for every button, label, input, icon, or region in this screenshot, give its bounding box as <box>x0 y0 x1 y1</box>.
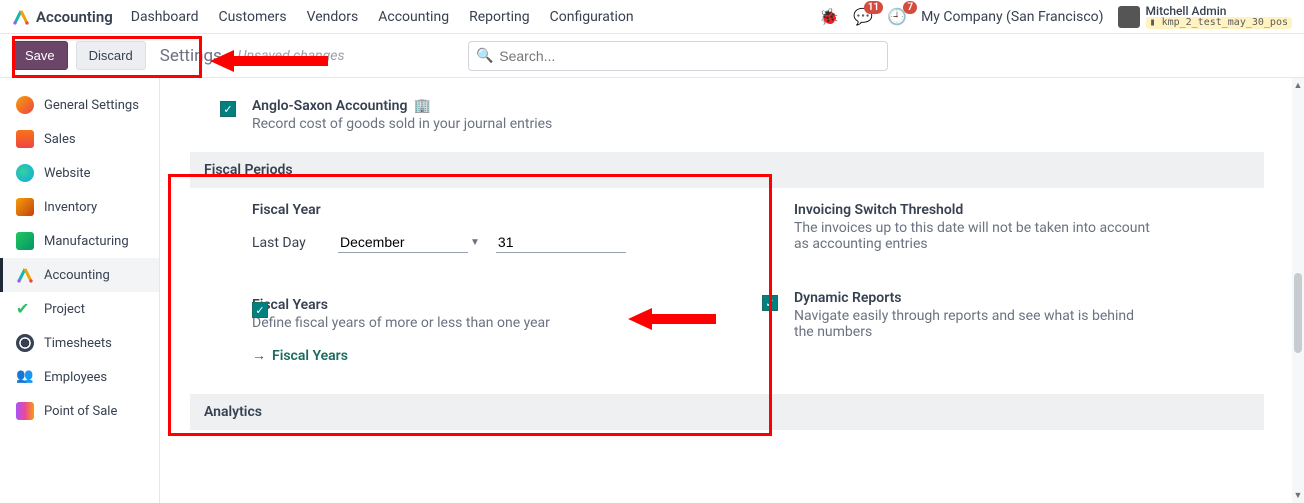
user-menu[interactable]: Mitchell Admin ▮ kmp_2_test_may_30_pos <box>1118 5 1292 29</box>
manufacturing-icon <box>16 232 34 250</box>
search-icon: 🔍 <box>476 48 493 64</box>
employees-icon <box>16 368 34 386</box>
unsaved-indicator: Unsaved changes <box>238 48 345 64</box>
last-day-label: Last Day <box>252 235 322 251</box>
database-badge: ▮ kmp_2_test_may_30_pos <box>1146 17 1292 29</box>
project-icon <box>16 300 34 318</box>
sidebar-item-general-settings[interactable]: General Settings <box>0 88 159 122</box>
timesheets-icon <box>16 334 34 352</box>
building-icon: 🏢 <box>413 98 430 114</box>
app-logo-icon <box>12 8 30 26</box>
page-title: Settings <box>160 46 222 66</box>
inventory-icon <box>16 198 34 216</box>
anglo-saxon-title: Anglo-Saxon Accounting <box>252 98 407 114</box>
search-input[interactable] <box>468 41 888 71</box>
company-switcher[interactable]: My Company (San Francisco) <box>921 9 1103 25</box>
invoicing-threshold-subtitle: The invoices up to this date will not be… <box>794 220 1154 252</box>
arrow-right-icon: → <box>252 347 266 364</box>
fiscal-years-link[interactable]: → Fiscal Years <box>252 347 722 364</box>
fiscal-day-input[interactable] <box>496 232 626 253</box>
avatar-icon <box>1118 6 1140 28</box>
setting-anglo-saxon: ✓ Anglo-Saxon Accounting 🏢 Record cost o… <box>190 88 1264 144</box>
general-settings-icon <box>16 96 34 114</box>
anglo-saxon-checkbox[interactable]: ✓ <box>220 101 236 117</box>
section-analytics: Analytics <box>190 394 1264 430</box>
sidebar-item-accounting[interactable]: Accounting <box>0 258 159 292</box>
nav-menu: Dashboard Customers Vendors Accounting R… <box>131 9 634 25</box>
section-fiscal-periods: Fiscal Periods <box>190 152 1264 188</box>
debug-icon[interactable]: 🐞 <box>819 7 839 26</box>
nav-vendors[interactable]: Vendors <box>307 9 359 25</box>
sidebar-item-project[interactable]: Project <box>0 292 159 326</box>
website-icon <box>16 164 34 182</box>
nav-reporting[interactable]: Reporting <box>469 9 530 25</box>
sidebar-item-inventory[interactable]: Inventory <box>0 190 159 224</box>
activities-icon[interactable]: 🕘7 <box>887 7 907 26</box>
scroll-up-icon[interactable]: ▲ <box>1294 78 1303 93</box>
dynamic-reports-checkbox[interactable]: ✓ <box>762 295 778 311</box>
sidebar-item-sales[interactable]: Sales <box>0 122 159 156</box>
fiscal-years-checkbox[interactable]: ✓ <box>252 302 268 318</box>
pos-icon <box>16 402 34 420</box>
sidebar-item-timesheets[interactable]: Timesheets <box>0 326 159 360</box>
user-name: Mitchell Admin <box>1146 5 1292 17</box>
sidebar-item-website[interactable]: Website <box>0 156 159 190</box>
settings-sidebar: General Settings Sales Website Inventory… <box>0 78 160 503</box>
fiscal-years-subtitle: Define fiscal years of more or less than… <box>252 315 722 331</box>
action-bar: Save Discard Settings Unsaved changes 🔍 <box>0 34 1304 78</box>
messages-icon[interactable]: 💬11 <box>853 7 873 26</box>
nav-accounting[interactable]: Accounting <box>378 9 449 25</box>
nav-dashboard[interactable]: Dashboard <box>131 9 199 25</box>
nav-customers[interactable]: Customers <box>218 9 286 25</box>
fiscal-year-title: Fiscal Year <box>252 202 722 218</box>
discard-button[interactable]: Discard <box>76 41 146 70</box>
accounting-icon <box>16 266 34 284</box>
fiscal-years-title: Fiscal Years <box>252 297 722 313</box>
sidebar-item-point-of-sale[interactable]: Point of Sale <box>0 394 159 428</box>
sidebar-item-employees[interactable]: Employees <box>0 360 159 394</box>
main-navbar: Accounting Dashboard Customers Vendors A… <box>0 0 1304 34</box>
scrollbar-thumb[interactable] <box>1294 273 1302 353</box>
app-name: Accounting <box>36 8 113 26</box>
sales-icon <box>16 130 34 148</box>
fiscal-month-select[interactable] <box>338 232 468 253</box>
app-brand[interactable]: Accounting <box>12 8 113 26</box>
dynamic-reports-subtitle: Navigate easily through reports and see … <box>794 308 1154 340</box>
dynamic-reports-title: Dynamic Reports <box>794 290 1264 306</box>
scroll-down-icon[interactable]: ▼ <box>1294 488 1303 503</box>
anglo-saxon-subtitle: Record cost of goods sold in your journa… <box>252 116 552 132</box>
nav-configuration[interactable]: Configuration <box>550 9 634 25</box>
messages-badge: 11 <box>864 1 883 14</box>
chevron-down-icon: ▼ <box>470 237 480 248</box>
activities-badge: 7 <box>903 1 917 14</box>
sidebar-item-manufacturing[interactable]: Manufacturing <box>0 224 159 258</box>
scrollbar[interactable]: ▲ ▼ <box>1292 78 1304 503</box>
save-button[interactable]: Save <box>12 41 68 70</box>
settings-content: ✓ Anglo-Saxon Accounting 🏢 Record cost o… <box>160 78 1292 503</box>
invoicing-threshold-title: Invoicing Switch Threshold <box>794 202 1264 218</box>
